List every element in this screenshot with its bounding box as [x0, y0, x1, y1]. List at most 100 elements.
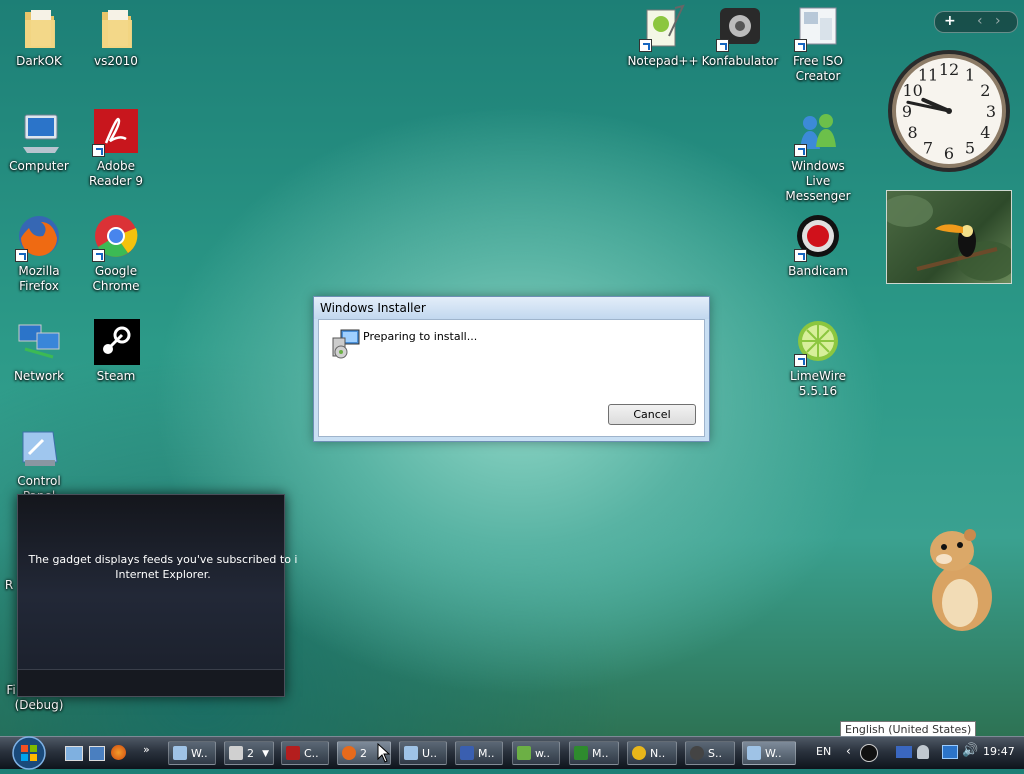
clock-number: 12: [939, 60, 959, 79]
quicklaunch-overflow-icon[interactable]: »: [143, 743, 150, 756]
feed-headlines-gadget[interactable]: The gadget displays feeds you've subscri…: [17, 494, 298, 697]
firefox-quicklaunch-icon[interactable]: [111, 745, 126, 760]
desktop-icon-darkok[interactable]: DarkOK: [0, 4, 78, 69]
desktop-icon-free-iso-creator[interactable]: Free ISO Creator: [779, 4, 857, 84]
clock-gadget[interactable]: 12 1 2 3 4 5 6 7 8 9 10 11: [886, 48, 1012, 174]
folder-icon: [92, 4, 140, 52]
dialog-title: Windows Installer: [314, 297, 709, 319]
shortcut-arrow-icon: [92, 249, 105, 262]
messenger-icon: [517, 746, 531, 760]
desktop-icon-chrome[interactable]: Google Chrome: [77, 214, 155, 294]
desktop-icon-steam[interactable]: Steam: [77, 319, 155, 384]
network-icon: [15, 319, 63, 367]
taskbar-clock[interactable]: 19:47: [983, 745, 1015, 758]
shortcut-arrow-icon: [794, 144, 807, 157]
desktop-icon-computer[interactable]: Computer: [0, 109, 78, 174]
dialog-message: Preparing to install...: [363, 330, 478, 343]
chrome-icon: [92, 214, 140, 262]
shortcut-arrow-icon: [639, 39, 652, 52]
desktop-icon-windows-live-messenger[interactable]: Windows Live Messenger: [779, 109, 857, 204]
monitor-icon: [574, 746, 588, 760]
desktop-icon-bandicam[interactable]: Bandicam: [779, 214, 857, 279]
cancel-button[interactable]: Cancel: [608, 404, 696, 425]
control-panel-icon: [15, 424, 63, 472]
bandicam-icon: [794, 214, 842, 262]
partial-label-debug: (Debug): [14, 698, 64, 712]
adobe-reader-icon: [92, 109, 140, 157]
desktop-icon-notepadpp[interactable]: Notepad++: [624, 4, 702, 69]
iso-creator-icon: [794, 4, 842, 52]
clock-number: 6: [944, 144, 954, 163]
windows-installer-icon: [747, 746, 761, 760]
next-page-button[interactable]: ›: [995, 12, 1001, 30]
installer-icon: [329, 328, 361, 360]
taskbar-button-7[interactable]: w..: [512, 741, 560, 765]
tray-expand-icon[interactable]: ‹: [846, 744, 851, 758]
steam-icon: [92, 319, 140, 367]
steam-icon: [690, 746, 704, 760]
desktop-icon-limewire[interactable]: LimeWire 5.5.16: [779, 319, 857, 399]
media-icon: [460, 746, 474, 760]
messenger-icon: [794, 109, 842, 157]
taskbar-button-11[interactable]: W..: [742, 741, 796, 765]
desktop-icon-control-panel[interactable]: Control Panel: [0, 424, 78, 504]
desktop-icon-firefox[interactable]: Mozilla Firefox: [0, 214, 78, 294]
desktop-icon-konfabulator[interactable]: Konfabulator: [701, 4, 779, 69]
feed-gadget-footer: [18, 669, 284, 696]
limewire-icon: [794, 319, 842, 367]
hamster-desktop-pet[interactable]: [914, 525, 998, 635]
taskbar-button-3[interactable]: C..: [281, 741, 329, 765]
shortcut-arrow-icon: [92, 144, 105, 157]
toucan-photo: [887, 195, 1011, 281]
clock-number: 8: [908, 123, 918, 142]
shortcut-arrow-icon: [716, 39, 729, 52]
clock-number: 7: [923, 138, 933, 157]
previous-page-button[interactable]: ‹: [977, 12, 983, 30]
firefox-icon: [15, 214, 63, 262]
firefox-icon: [342, 746, 356, 760]
shortcut-arrow-icon: [15, 249, 28, 262]
desktop-icon-vs2010[interactable]: vs2010: [77, 4, 155, 69]
shortcut-arrow-icon: [794, 354, 807, 367]
taskbar-button-1[interactable]: W..: [168, 741, 216, 765]
add-gadget-button[interactable]: +: [944, 12, 956, 30]
hamster-icon: [930, 529, 992, 631]
windows-installer-dialog[interactable]: Windows Installer Preparing to install..…: [313, 296, 710, 442]
taskbar-button-8[interactable]: M..: [569, 741, 619, 765]
shortcut-arrow-icon: [794, 249, 807, 262]
taskbar-button-2[interactable]: 2 ▼: [224, 741, 274, 765]
taskbar-button-10[interactable]: S..: [685, 741, 735, 765]
taskbar-button-5[interactable]: U..: [399, 741, 447, 765]
clock-number: 4: [980, 123, 990, 142]
taskbar-button-6[interactable]: M..: [455, 741, 503, 765]
window-icon: [404, 746, 418, 760]
window-icon: [173, 746, 187, 760]
clock-number: 2: [980, 81, 990, 100]
desktop-icon-network[interactable]: Network: [0, 319, 78, 384]
clock-face: 12 1234567891011: [888, 50, 1010, 172]
dialog-body: Preparing to install... Cancel: [318, 319, 705, 437]
desktop-icon-adobe-reader[interactable]: Adobe Reader 9: [77, 109, 155, 189]
feed-message: The gadget displays feeds you've subscri…: [28, 553, 298, 581]
windows-orb-icon: [12, 736, 46, 770]
taskbar: » W.. 2 ▼ C.. 2 U.. M.. w.. M.. N.. S.. W…: [0, 735, 1024, 771]
taskbar-button-9[interactable]: N..: [627, 741, 677, 765]
chrome-icon: [632, 746, 646, 760]
mouse-cursor-icon: [377, 743, 391, 763]
volume-icon[interactable]: 🔊: [962, 743, 978, 758]
show-desktop-icon[interactable]: [65, 746, 83, 761]
monitor-tray-icon[interactable]: [942, 745, 958, 759]
user-tray-icon[interactable]: [917, 745, 929, 759]
clock-number: 1: [965, 66, 975, 85]
steam-tray-icon[interactable]: [860, 744, 878, 762]
start-button[interactable]: [8, 735, 50, 771]
notepadpp-icon: [639, 4, 687, 52]
clock-number: 11: [918, 66, 938, 85]
slideshow-gadget[interactable]: [886, 190, 1012, 284]
switch-windows-icon[interactable]: [89, 746, 105, 761]
clock-number: 9: [902, 102, 912, 121]
clock-number: 5: [965, 138, 975, 157]
network-tray-icon[interactable]: [896, 746, 912, 758]
chevron-down-icon: ▼: [262, 749, 269, 759]
language-indicator[interactable]: EN: [816, 745, 831, 758]
